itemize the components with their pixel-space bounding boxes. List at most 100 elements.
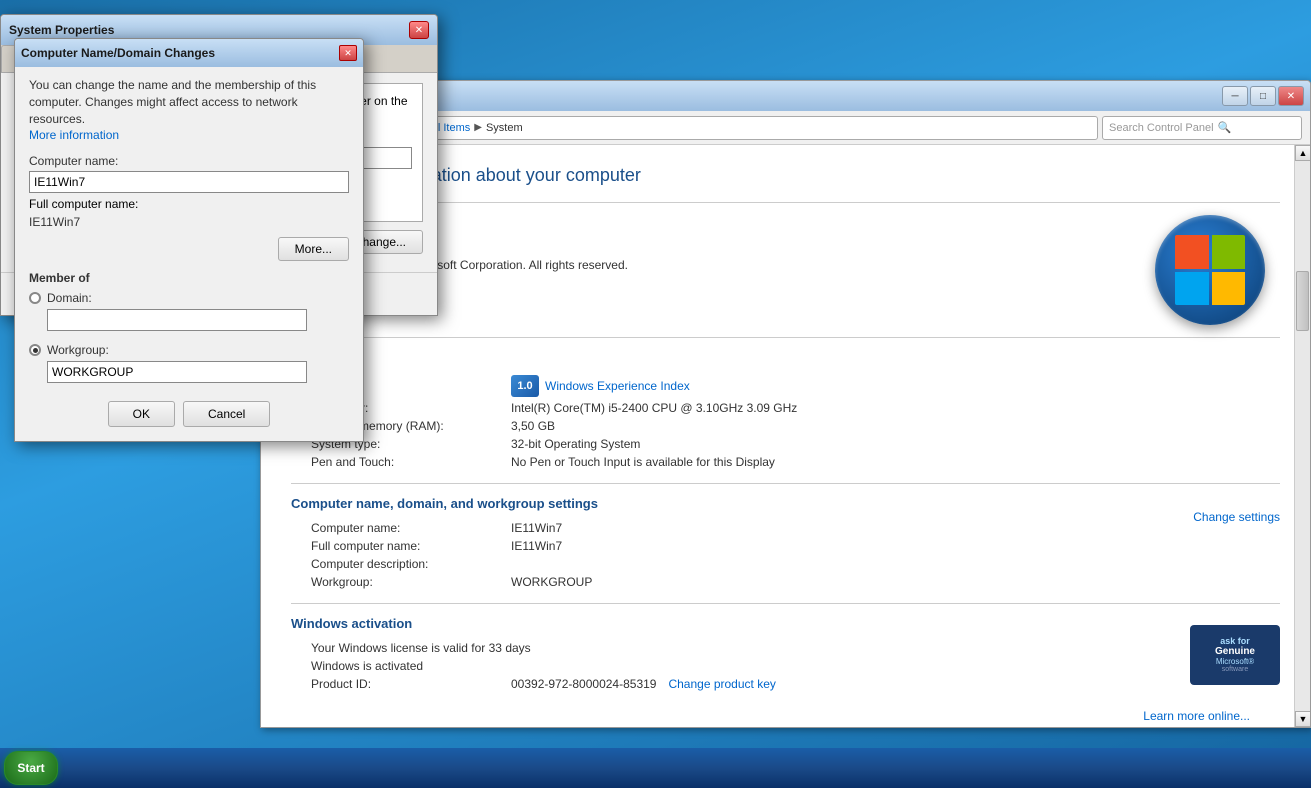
computer-name-info: Computer name, domain, and workgroup set… [291,496,1173,591]
cn-more-info-link[interactable]: More information [29,128,119,142]
flag-q3 [1175,272,1209,306]
learn-more-link[interactable]: Learn more online... [1143,709,1250,723]
cn-member-of-label: Member of [29,271,349,285]
windows-logo-area [1140,215,1280,325]
cn-domain-input-area [47,309,349,335]
workgroup-row: Workgroup: WORKGROUP [291,573,1173,591]
scroll-thumb[interactable] [1296,271,1309,331]
windows-edition-section: Windows edition Windows 7 Enterprise Cop… [291,202,1280,337]
workgroup-value: WORKGROUP [511,575,592,589]
start-button[interactable]: Start [4,751,58,785]
cn-computer-name-label: Computer name: [29,154,349,168]
cn-workgroup-radio[interactable] [29,344,41,356]
processor-row: Processor: Intel(R) Core(TM) i5-2400 CPU… [291,399,1280,417]
memory-value: 3,50 GB [511,419,555,433]
cn-dialog-title: Computer Name/Domain Changes [21,46,215,60]
cp-maximize-button[interactable]: □ [1250,86,1276,106]
cp-minimize-button[interactable]: ─ [1222,86,1248,106]
pen-touch-value: No Pen or Touch Input is available for t… [511,455,775,469]
cn-ok-button[interactable]: OK [108,401,175,427]
change-settings-area: Change settings [1193,496,1280,591]
cn-domain-input[interactable] [47,309,307,331]
flag-q4 [1212,272,1246,306]
cn-info-text-content: You can change the name and the membersh… [29,78,316,126]
change-settings-link[interactable]: Change settings [1193,510,1280,524]
computer-name-header: Computer name, domain, and workgroup set… [291,496,1173,511]
change-product-key-link[interactable]: Change product key [668,677,775,691]
genuine-badge: ask for Genuine Microsoft® software [1190,625,1280,685]
system-type-row: System type: 32-bit Operating System [291,435,1280,453]
full-cn-label: Full computer name: [311,539,511,553]
cn-ok-cancel: OK Cancel [29,393,349,431]
activation-status1: Your Windows license is valid for 33 day… [311,641,531,655]
search-box[interactable]: Search Control Panel 🔍 [1102,116,1302,140]
search-icon: 🔍 [1218,121,1232,134]
cn-more-btn-row: More... [29,237,349,261]
cn-more-button[interactable]: More... [278,237,349,261]
cn-workgroup-input-area [47,361,349,387]
genuine-ms: Microsoft® [1216,657,1254,666]
genuine-badge-area: ask for Genuine Microsoft® software [1190,616,1280,693]
cn-full-name-value: IE11Win7 [29,215,349,229]
genuine-brand: Genuine [1215,646,1255,657]
activation-header: Windows activation [291,616,1170,631]
system-type-value: 32-bit Operating System [511,437,640,451]
cn-workgroup-input[interactable] [47,361,307,383]
activation-status2: Windows is activated [311,659,423,673]
scroll-up-arrow[interactable]: ▲ [1295,145,1310,161]
computer-name-section: Computer name, domain, and workgroup set… [291,483,1280,603]
rating-value: 1.0 [511,375,539,397]
memory-row: Installed memory (RAM): 3,50 GB [291,417,1280,435]
comp-desc-row: Computer description: [291,555,1173,573]
windows-experience-link[interactable]: Windows Experience Index [545,379,690,393]
cn-domain-label: Domain: [47,291,92,305]
taskbar: Start [0,748,1311,788]
workgroup-label: Workgroup: [311,575,511,589]
rating-badge: 1.0 Windows Experience Index [511,375,690,397]
cn-workgroup-row: Workgroup: [29,343,349,357]
scroll-down-arrow[interactable]: ▼ [1295,711,1310,727]
product-id-label: Product ID: [311,677,511,691]
search-placeholder: Search Control Panel [1109,122,1214,134]
cn-dialog: Computer Name/Domain Changes ✕ You can c… [14,38,364,442]
flag-q1 [1175,235,1209,269]
cn-domain-radio[interactable] [29,292,41,304]
pen-touch-label: Pen and Touch: [311,455,511,469]
rating-row: Rating: 1.0 Windows Experience Index [291,373,1280,399]
activation-status2-row: Windows is activated [291,657,1170,675]
cn-info-text: You can change the name and the membersh… [29,77,349,144]
sp-close-button[interactable]: ✕ [409,21,429,39]
cn-body: You can change the name and the membersh… [15,67,363,441]
cn-workgroup-label: Workgroup: [47,343,109,357]
cn-titlebar: Computer Name/Domain Changes ✕ [15,39,363,67]
cn-cancel-button[interactable]: Cancel [183,401,270,427]
full-cn-row: Full computer name: IE11Win7 [291,537,1173,555]
pen-touch-row: Pen and Touch: No Pen or Touch Input is … [291,453,1280,471]
cn-value: IE11Win7 [511,521,562,535]
genuine-text: ask for [1220,636,1250,646]
product-id-value: 00392-972-8000024-85319 [511,677,656,691]
activation-info: Windows activation Your Windows license … [291,616,1170,693]
cn-label: Computer name: [311,521,511,535]
cn-computer-name-input[interactable] [29,171,349,193]
system-info: System Rating: 1.0 Windows Experience In… [291,350,1280,471]
cn-radio-group: Domain: Workgroup: [29,291,349,387]
full-cn-value: IE11Win7 [511,539,562,553]
genuine-software: software [1222,666,1248,673]
system-header: System [291,350,1280,365]
activation-section: Windows activation Your Windows license … [291,603,1280,705]
cp-close-button[interactable]: ✕ [1278,86,1304,106]
cn-close-button[interactable]: ✕ [339,45,357,61]
scrollbar-vertical[interactable]: ▲ ▼ [1294,145,1310,727]
flag-q2 [1212,235,1246,269]
cn-row: Computer name: IE11Win7 [291,519,1173,537]
product-id-row: Product ID: 00392-972-8000024-85319 Chan… [291,675,1170,693]
cn-full-name-label: Full computer name: [29,197,349,211]
page-title: View basic information about your comput… [291,165,1280,186]
sp-title: System Properties [9,23,114,37]
windows-flag-icon [1175,235,1245,305]
learn-more-row: Learn more online... [291,705,1280,709]
windows-logo [1155,215,1265,325]
activation-status1-row: Your Windows license is valid for 33 day… [291,639,1170,657]
system-section: System Rating: 1.0 Windows Experience In… [291,337,1280,483]
